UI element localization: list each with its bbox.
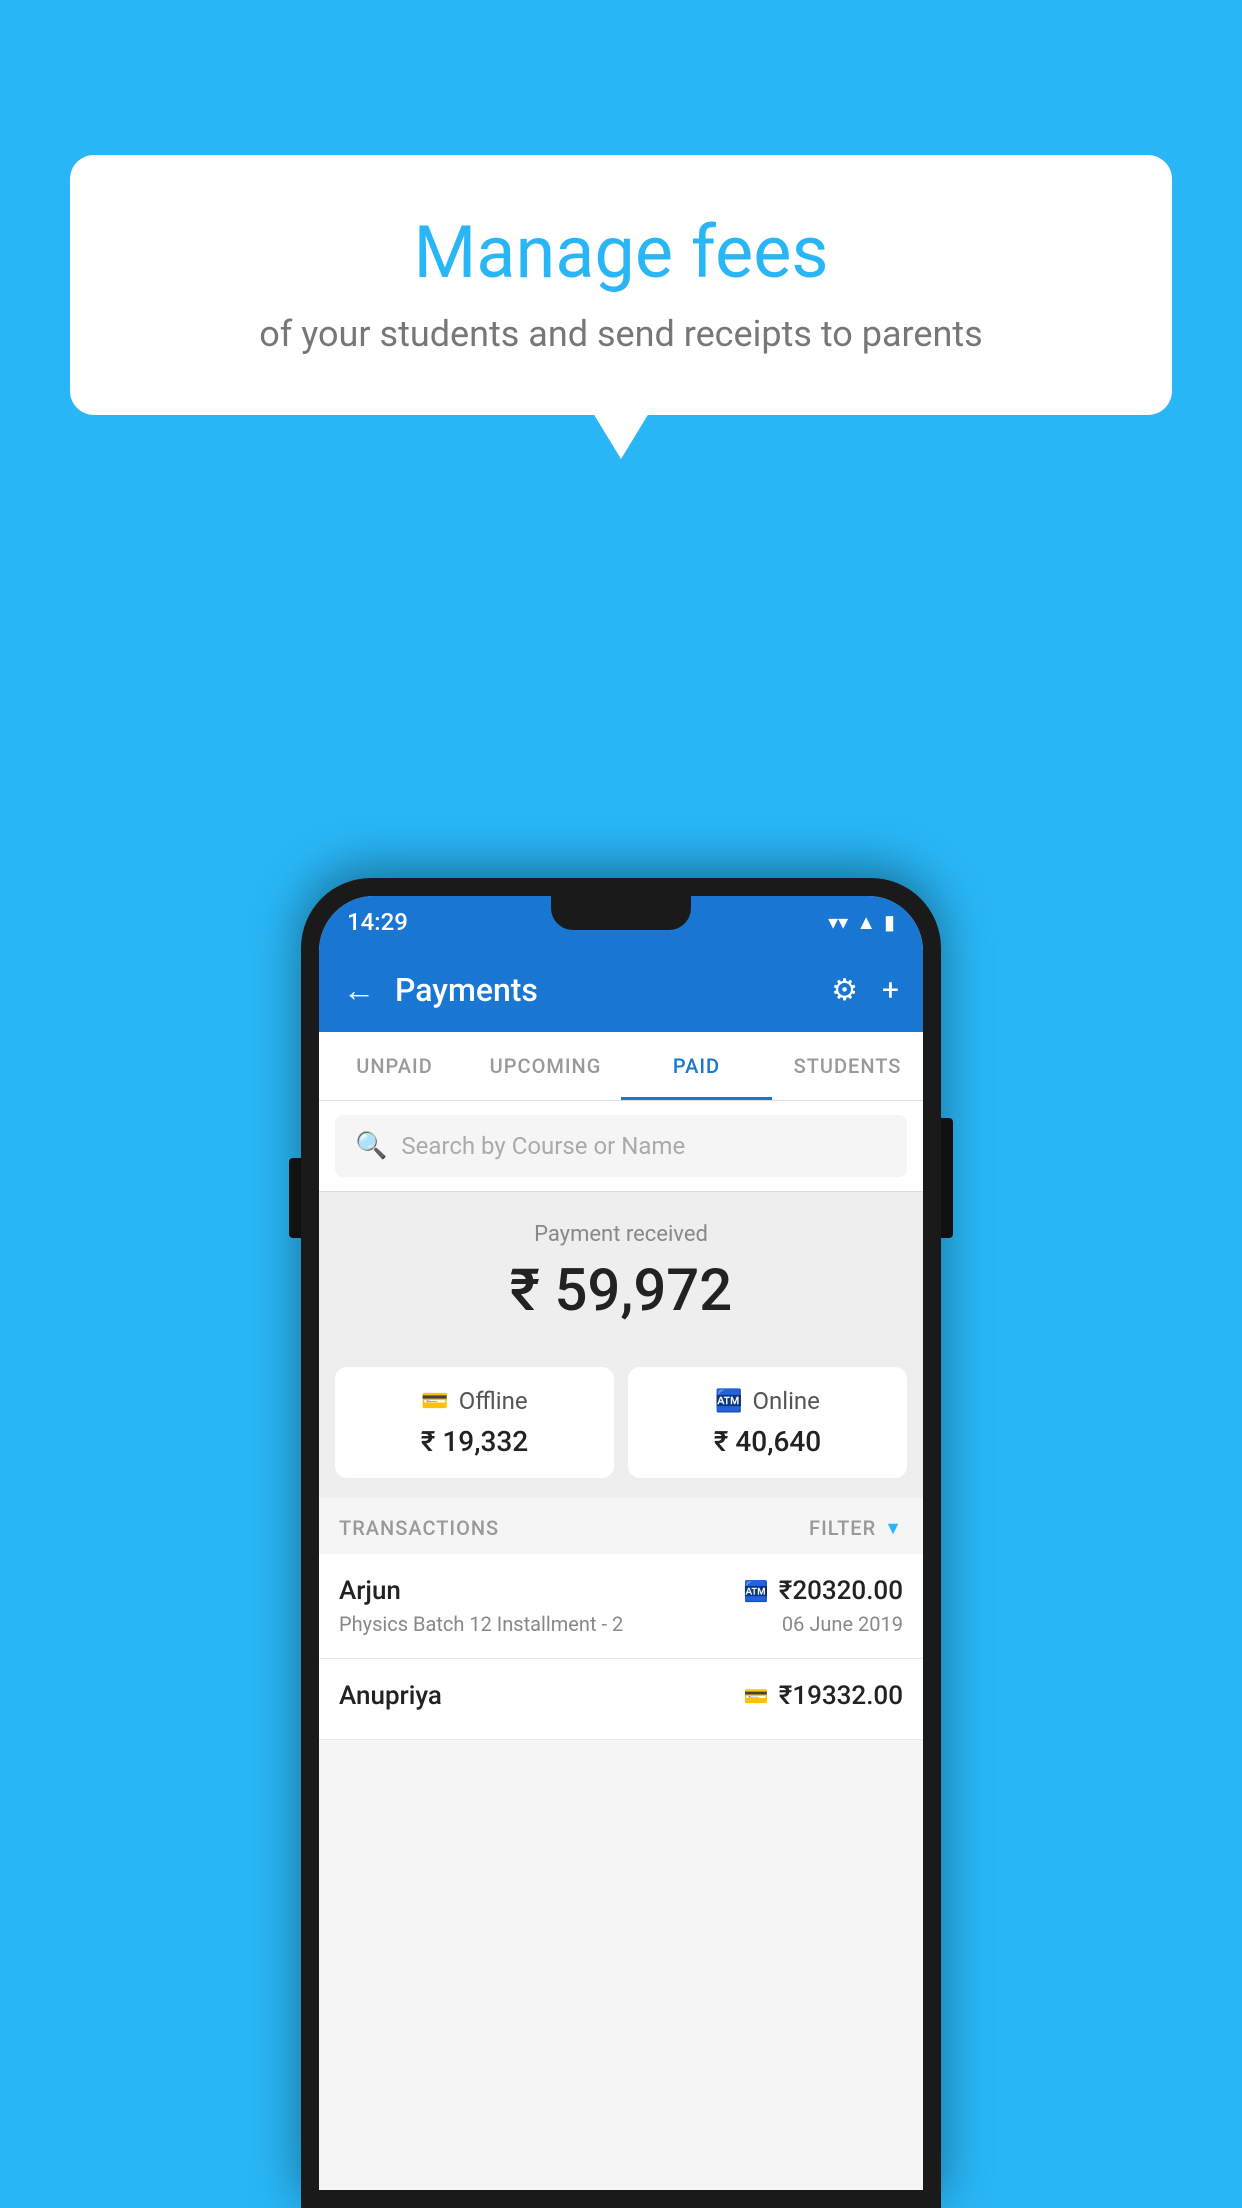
tab-paid[interactable]: PAID	[621, 1032, 772, 1100]
app-bar-actions: ⚙ +	[831, 973, 899, 1008]
search-placeholder: Search by Course or Name	[401, 1132, 685, 1160]
offline-card: 💳 Offline ₹ 19,332	[335, 1367, 614, 1478]
settings-icon[interactable]: ⚙	[831, 973, 858, 1008]
bubble-title: Manage fees	[130, 210, 1112, 295]
wifi-icon: ▾▾	[828, 910, 848, 934]
transaction-row-top: Anupriya 💳 ₹19332.00	[339, 1681, 903, 1711]
table-row[interactable]: Arjun 🏧 ₹20320.00 Physics Batch 12 Insta…	[319, 1554, 923, 1659]
amount-row: 🏧 ₹20320.00	[744, 1576, 903, 1606]
amount-row: 💳 ₹19332.00	[744, 1681, 903, 1711]
cash-payment-icon: 💳	[744, 1684, 769, 1708]
battery-icon: ▮	[884, 910, 895, 934]
transactions-label: TRANSACTIONS	[339, 1516, 499, 1540]
offline-card-type: Offline	[459, 1387, 528, 1415]
app-bar-title: Payments	[395, 971, 811, 1009]
transaction-list: Arjun 🏧 ₹20320.00 Physics Batch 12 Insta…	[319, 1554, 923, 1740]
transactions-header: TRANSACTIONS FILTER ▼	[319, 1498, 923, 1554]
phone-frame: 14:29 ▾▾ ▲ ▮ ← Payments ⚙ + UNPAID UPC	[301, 878, 941, 2208]
page-background: Manage fees of your students and send re…	[0, 0, 1242, 2208]
tab-students[interactable]: STUDENTS	[772, 1032, 923, 1100]
signal-icon: ▲	[856, 910, 876, 935]
online-card: 🏧 Online ₹ 40,640	[628, 1367, 907, 1478]
search-container: 🔍 Search by Course or Name	[319, 1101, 923, 1192]
phone-screen: 14:29 ▾▾ ▲ ▮ ← Payments ⚙ + UNPAID UPC	[319, 896, 923, 2190]
course-info: Physics Batch 12 Installment - 2	[339, 1612, 623, 1636]
tab-unpaid[interactable]: UNPAID	[319, 1032, 470, 1100]
student-name: Arjun	[339, 1576, 401, 1606]
transaction-amount: ₹20320.00	[779, 1576, 903, 1606]
back-button[interactable]: ←	[343, 971, 375, 1009]
payment-received-label: Payment received	[339, 1222, 903, 1247]
speech-bubble-container: Manage fees of your students and send re…	[70, 155, 1172, 415]
offline-card-header: 💳 Offline	[353, 1387, 596, 1415]
transaction-row-top: Arjun 🏧 ₹20320.00	[339, 1576, 903, 1606]
status-icons: ▾▾ ▲ ▮	[828, 910, 895, 935]
online-amount: ₹ 40,640	[646, 1425, 889, 1458]
payment-summary: Payment received ₹ 59,972	[319, 1192, 923, 1351]
student-name: Anupriya	[339, 1681, 442, 1711]
filter-icon: ▼	[884, 1518, 903, 1539]
payment-total-amount: ₹ 59,972	[339, 1257, 903, 1325]
app-bar: ← Payments ⚙ +	[319, 948, 923, 1032]
filter-button[interactable]: FILTER ▼	[809, 1516, 903, 1540]
transaction-amount: ₹19332.00	[779, 1681, 903, 1711]
search-bar[interactable]: 🔍 Search by Course or Name	[335, 1115, 907, 1177]
payment-cards: 💳 Offline ₹ 19,332 🏧 Online ₹ 40,640	[319, 1351, 923, 1498]
online-card-type: Online	[752, 1387, 819, 1415]
add-icon[interactable]: +	[882, 973, 899, 1008]
transaction-row-bottom: Physics Batch 12 Installment - 2 06 June…	[339, 1612, 903, 1636]
speech-bubble: Manage fees of your students and send re…	[70, 155, 1172, 415]
status-time: 14:29	[347, 908, 408, 936]
online-payment-icon: 🏧	[715, 1389, 742, 1414]
offline-payment-icon: 💳	[421, 1389, 448, 1414]
tabs-bar: UNPAID UPCOMING PAID STUDENTS	[319, 1032, 923, 1101]
tab-upcoming[interactable]: UPCOMING	[470, 1032, 621, 1100]
offline-amount: ₹ 19,332	[353, 1425, 596, 1458]
search-icon: 🔍	[355, 1131, 387, 1161]
card-payment-icon: 🏧	[744, 1579, 769, 1603]
transaction-date: 06 June 2019	[782, 1612, 903, 1636]
phone-notch	[551, 896, 691, 930]
bubble-subtitle: of your students and send receipts to pa…	[130, 313, 1112, 355]
online-card-header: 🏧 Online	[646, 1387, 889, 1415]
table-row[interactable]: Anupriya 💳 ₹19332.00	[319, 1659, 923, 1740]
filter-label: FILTER	[809, 1516, 876, 1540]
